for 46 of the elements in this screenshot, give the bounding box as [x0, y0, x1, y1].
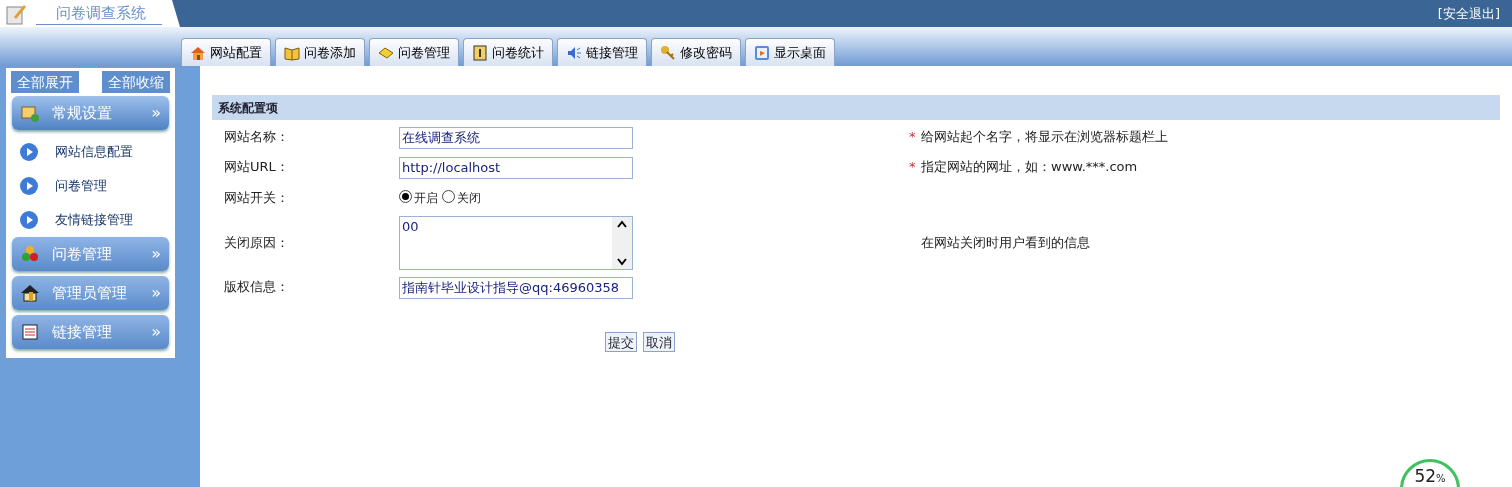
system-title: 问卷调查系统	[36, 1, 162, 26]
radio-button[interactable]	[442, 190, 455, 203]
field-label: 网站URL：	[223, 158, 290, 177]
shapes-icon	[20, 244, 40, 264]
nav-tab[interactable]: 网站配置	[181, 38, 271, 66]
logout-link[interactable]: [安全退出]	[1437, 3, 1512, 24]
sidebar-item[interactable]: 网站信息配置	[9, 135, 172, 169]
settings-icon	[20, 103, 40, 123]
house-icon	[190, 44, 206, 61]
text-field[interactable]: 在线调查系统	[399, 127, 633, 149]
nav-tab[interactable]: 修改密码	[651, 38, 741, 66]
list-icon	[20, 322, 40, 342]
book-icon	[284, 44, 300, 61]
info-icon	[472, 44, 488, 61]
radio-label: 开启	[414, 190, 438, 207]
play-icon	[19, 142, 39, 162]
speed-meter[interactable]: 52%	[1400, 459, 1460, 487]
field-hint: 指定网站的网址，如：www.***.com	[921, 158, 1138, 177]
text-field[interactable]: http://localhost	[399, 156, 633, 179]
key-icon	[660, 44, 676, 61]
nav-tab[interactable]: 显示桌面	[745, 38, 835, 66]
form-button[interactable]: 取消	[643, 332, 675, 352]
sidebar-item[interactable]: 问卷管理	[9, 169, 172, 203]
field-hint: 在网站关闭时用户看到的信息	[921, 234, 1090, 253]
field-label: 网站开关：	[223, 189, 290, 208]
desktop-icon	[754, 44, 770, 61]
radio-label: 关闭	[457, 190, 481, 207]
house-icon	[20, 283, 40, 303]
radio-button[interactable]	[399, 190, 412, 203]
nav-tab[interactable]: 问卷统计	[463, 38, 553, 66]
field-label: 版权信息：	[223, 278, 290, 297]
field-label: 关闭原因：	[223, 234, 290, 253]
required-mark: *	[909, 128, 917, 147]
field-label: 网站名称：	[223, 128, 290, 147]
section-header: 系统配置项	[212, 95, 1500, 120]
text-field[interactable]: 指南针毕业设计指导@qq:46960358	[399, 277, 633, 299]
play-icon	[19, 210, 39, 230]
form-button[interactable]: 提交	[605, 332, 637, 352]
sidebar-item[interactable]: 友情链接管理	[9, 203, 172, 237]
field-hint: 给网站起个名字，将显示在浏览器标题栏上	[921, 128, 1168, 147]
play-icon	[19, 176, 39, 196]
text-area[interactable]: 00	[399, 216, 633, 270]
nav-tab[interactable]: 链接管理	[557, 38, 647, 66]
nav-tab[interactable]: 问卷管理	[369, 38, 459, 66]
required-mark: *	[909, 158, 917, 177]
nav-tab[interactable]: 问卷添加	[275, 38, 365, 66]
